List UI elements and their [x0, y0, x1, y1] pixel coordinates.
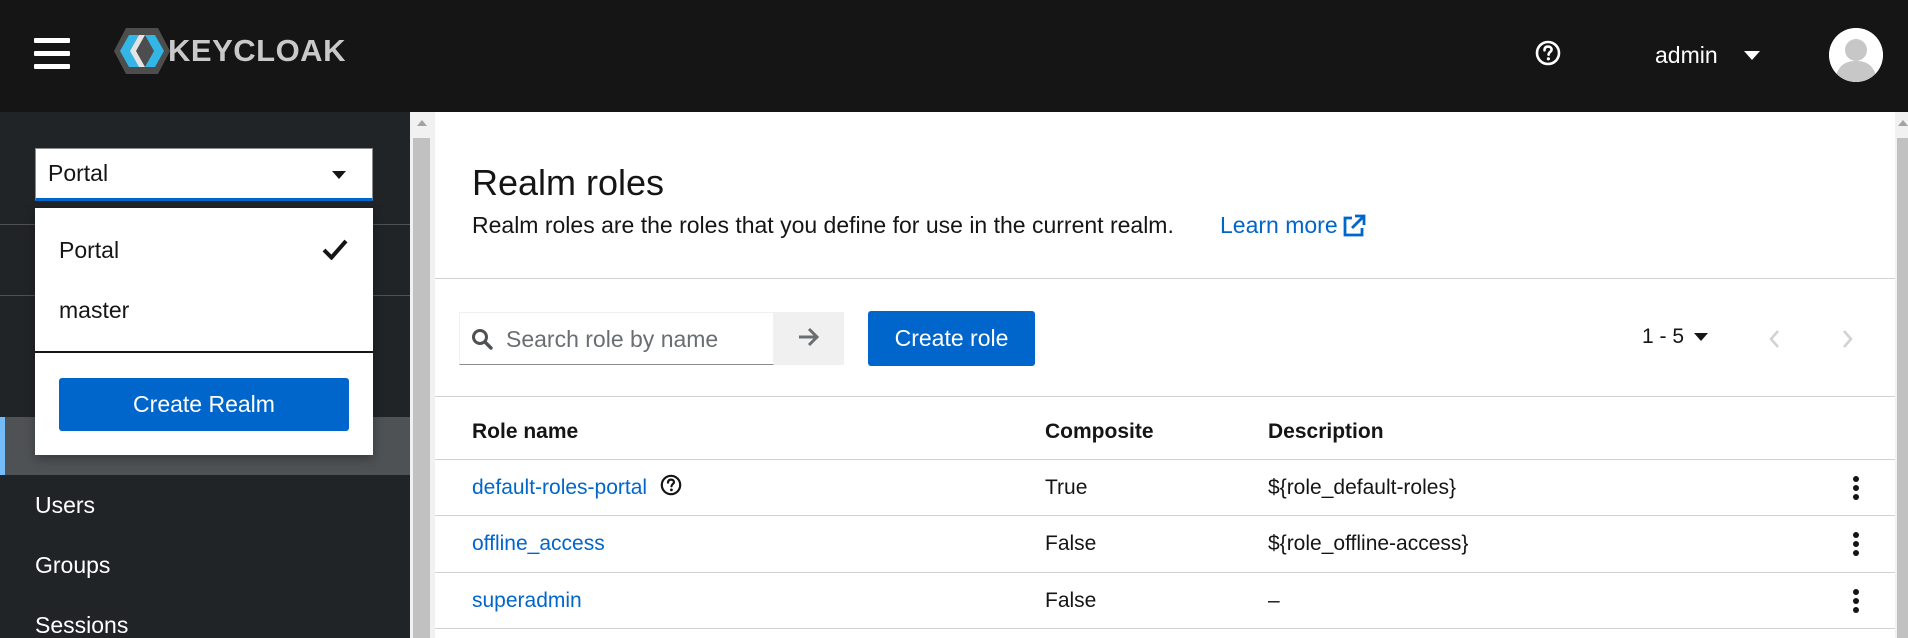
sidebar-scrollbar[interactable] [410, 112, 433, 638]
row-actions-kebab-icon[interactable] [1846, 589, 1866, 617]
chevron-right-icon[interactable] [1832, 325, 1862, 353]
role-description: – [1268, 589, 1280, 612]
caret-down-icon [1694, 333, 1709, 341]
hamburger-menu-icon[interactable] [34, 38, 70, 70]
scrollbar-thumb[interactable] [1897, 138, 1908, 638]
external-link-icon [1343, 214, 1366, 236]
learn-more-label: Learn more [1220, 212, 1338, 238]
keycloak-logo[interactable]: KEYCLOAK [112, 26, 346, 76]
chevron-left-icon[interactable] [1760, 325, 1790, 353]
user-avatar-icon [1829, 28, 1883, 82]
help-icon[interactable] [660, 474, 682, 496]
table-top-border [435, 396, 1895, 397]
sidebar-item-sessions[interactable]: Sessions [35, 612, 128, 638]
keycloak-logo-icon [114, 28, 170, 74]
realm-selector[interactable]: Portal [35, 148, 373, 201]
scroll-up-arrow-icon[interactable] [417, 120, 427, 126]
role-name-link[interactable]: default-roles-portal [472, 476, 647, 500]
page-panel: Realm roles Realm roles are the roles th… [435, 112, 1895, 638]
role-description: ${role_default-roles} [1268, 476, 1456, 499]
help-icon[interactable] [1535, 40, 1561, 66]
scrollbar-thumb[interactable] [413, 138, 430, 638]
realm-option-master[interactable]: master [59, 297, 129, 324]
arrow-right-icon [799, 327, 820, 347]
role-name-link[interactable]: offline_access [472, 532, 605, 556]
avatar[interactable] [1829, 28, 1883, 82]
search-icon [472, 329, 493, 350]
column-header-description: Description [1268, 420, 1384, 443]
realm-option-portal[interactable]: Portal [59, 237, 119, 264]
scroll-up-arrow-icon[interactable] [1898, 120, 1908, 126]
sidebar-item-groups[interactable]: Groups [35, 552, 110, 579]
sidebar-item-users[interactable]: Users [35, 492, 95, 519]
create-realm-button[interactable]: Create Realm [59, 378, 349, 431]
sidebar-active-indicator [0, 417, 5, 475]
role-composite: True [1045, 476, 1088, 499]
row-divider [435, 628, 1895, 629]
row-divider [435, 572, 1895, 573]
create-role-button[interactable]: Create role [868, 311, 1035, 366]
masthead: KEYCLOAK admin [0, 0, 1908, 112]
page-title: Realm roles [472, 162, 665, 203]
section-divider [435, 278, 1895, 279]
column-header-composite: Composite [1045, 420, 1154, 443]
roles-toolbar: Create role 1 - 5 [435, 311, 1895, 367]
role-name-link[interactable]: superadmin [472, 589, 582, 613]
pagination-range: 1 - 5 [1642, 325, 1685, 348]
learn-more-link[interactable]: Learn more [1220, 212, 1366, 239]
caret-down-icon [332, 171, 346, 179]
caret-down-icon [1743, 50, 1760, 60]
realm-selector-value: Portal [48, 160, 109, 186]
logo-text: KEYCLOAK [168, 33, 346, 68]
row-actions-kebab-icon[interactable] [1846, 532, 1866, 560]
realm-dropdown-menu: Portal master Create Realm [35, 208, 373, 455]
pagination-toggle[interactable]: 1 - 5 [1642, 325, 1709, 349]
search-submit-button[interactable] [774, 312, 844, 365]
search-box [459, 312, 774, 365]
row-actions-kebab-icon[interactable] [1846, 476, 1866, 504]
check-icon [322, 239, 348, 260]
column-header-role-name[interactable]: Role name [472, 420, 578, 444]
role-composite: False [1045, 589, 1097, 612]
main-content: Realm roles Realm roles are the roles th… [433, 112, 1895, 638]
search-input[interactable] [506, 325, 766, 353]
row-divider [435, 459, 1895, 460]
user-name: admin [1655, 41, 1718, 68]
main-scrollbar[interactable] [1895, 112, 1908, 638]
user-menu-toggle[interactable]: admin [1655, 38, 1760, 72]
role-composite: False [1045, 532, 1097, 555]
page-description: Realm roles are the roles that you defin… [472, 212, 1174, 238]
menu-separator [35, 351, 373, 353]
row-divider [435, 515, 1895, 516]
role-description: ${role_offline-access} [1268, 532, 1469, 555]
